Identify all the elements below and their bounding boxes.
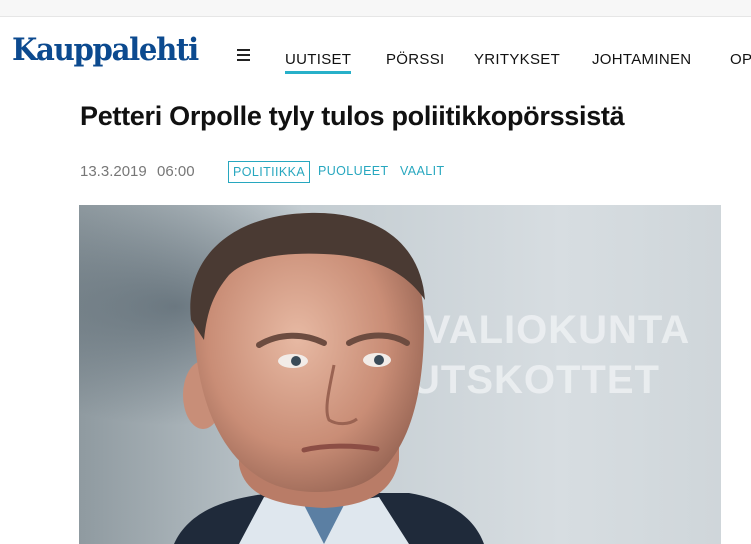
hamburger-menu-icon[interactable]	[237, 49, 250, 61]
article-title: Petteri Orpolle tyly tulos poliitikkopör…	[80, 101, 625, 131]
article-hero-image: VALIOKUNTA UTSKOTTET	[79, 205, 721, 544]
background-sign-line2: UTSKOTTET	[411, 358, 660, 402]
article-time: 06:00	[157, 163, 195, 180]
article-date: 13.3.2019	[80, 163, 147, 180]
tag-politiikka[interactable]: POLITIIKKA	[228, 161, 311, 183]
tag-puolueet[interactable]: PUOLUEET	[318, 163, 389, 179]
nav-item-op[interactable]: OP	[730, 51, 751, 69]
site-header: Kauppalehti UUTISET PÖRSSI YRITYKSET JOH…	[0, 17, 751, 79]
browser-top-strip	[0, 0, 751, 17]
background-sign-line1: VALIOKUNTA	[424, 308, 690, 352]
tag-vaalit[interactable]: VAALIT	[400, 163, 445, 179]
nav-item-johtaminen[interactable]: JOHTAMINEN	[592, 51, 691, 69]
site-logo[interactable]: Kauppalehti	[12, 32, 199, 68]
nav-item-yritykset[interactable]: YRITYKSET	[474, 51, 560, 69]
nav-item-uutiset[interactable]: UUTISET	[285, 51, 352, 74]
nav-item-porssi[interactable]: PÖRSSI	[386, 51, 444, 69]
